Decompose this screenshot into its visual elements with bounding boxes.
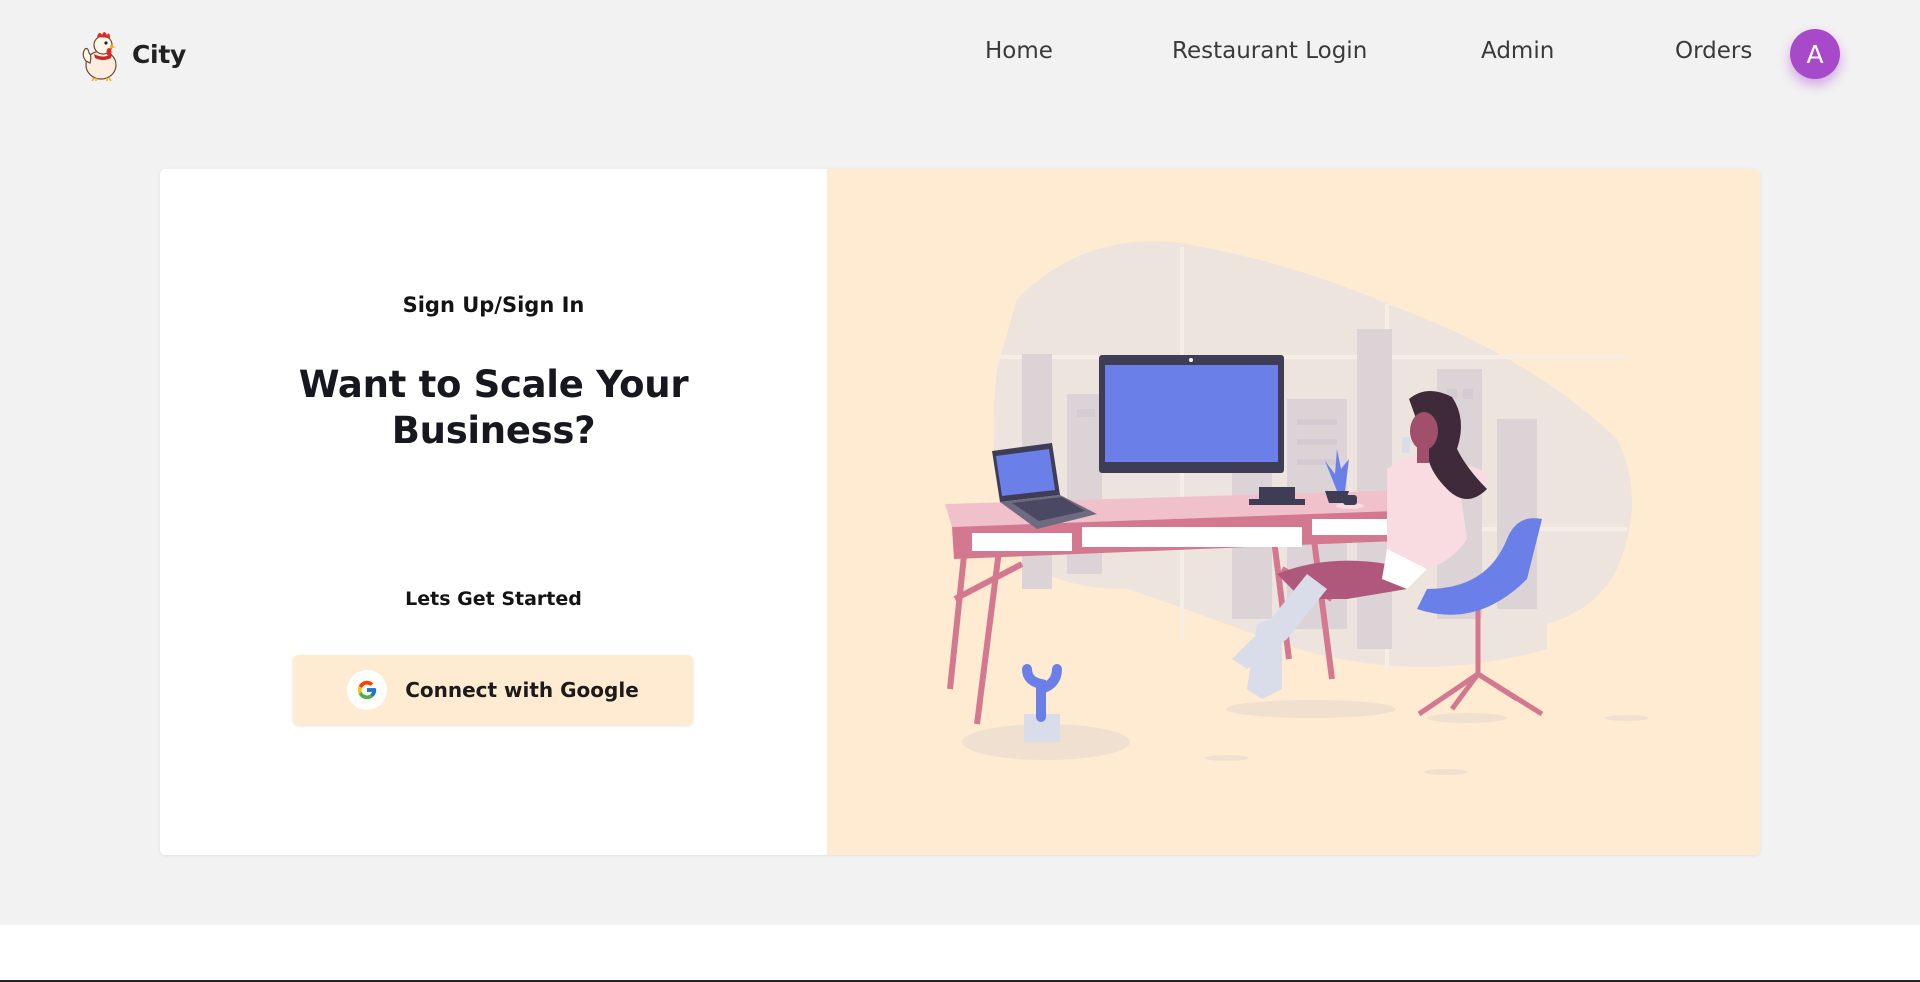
get-started-label: Lets Get Started — [405, 588, 582, 610]
woman-at-desk-illustration — [945, 241, 1649, 775]
user-avatar-button[interactable]: A — [1790, 29, 1840, 79]
footer-strip — [0, 925, 1920, 980]
headline-line-1: Want to Scale Your — [298, 363, 689, 406]
rooster-mascot-icon — [82, 32, 117, 81]
connect-google-label: Connect with Google — [405, 678, 639, 702]
signin-panel: Sign Up/Sign In Want to Scale Your Busin… — [160, 169, 827, 855]
connect-google-button[interactable]: Connect with Google — [293, 655, 693, 725]
headline-line-2: Business? — [391, 409, 596, 452]
nav-restaurant-login-link[interactable]: Restaurant Login — [1172, 38, 1367, 64]
page-headline: Want to Scale Your Business? — [160, 362, 827, 454]
signin-card: Sign Up/Sign In Want to Scale Your Busin… — [160, 169, 1760, 855]
nav-orders-link[interactable]: Orders — [1675, 38, 1752, 64]
navbar: City Home Restaurant Login Admin Orders … — [0, 0, 1920, 108]
google-icon-badge — [347, 670, 388, 710]
hero-illustration-panel — [827, 169, 1760, 855]
nav-home-link[interactable]: Home — [985, 38, 1053, 64]
nav-admin-link[interactable]: Admin — [1481, 38, 1554, 64]
google-g-icon — [358, 680, 377, 700]
brand-home-link[interactable]: City — [78, 26, 186, 82]
avatar-initial: A — [1806, 39, 1824, 69]
signin-eyebrow: Sign Up/Sign In — [402, 293, 585, 317]
brand-name: City — [132, 39, 186, 69]
